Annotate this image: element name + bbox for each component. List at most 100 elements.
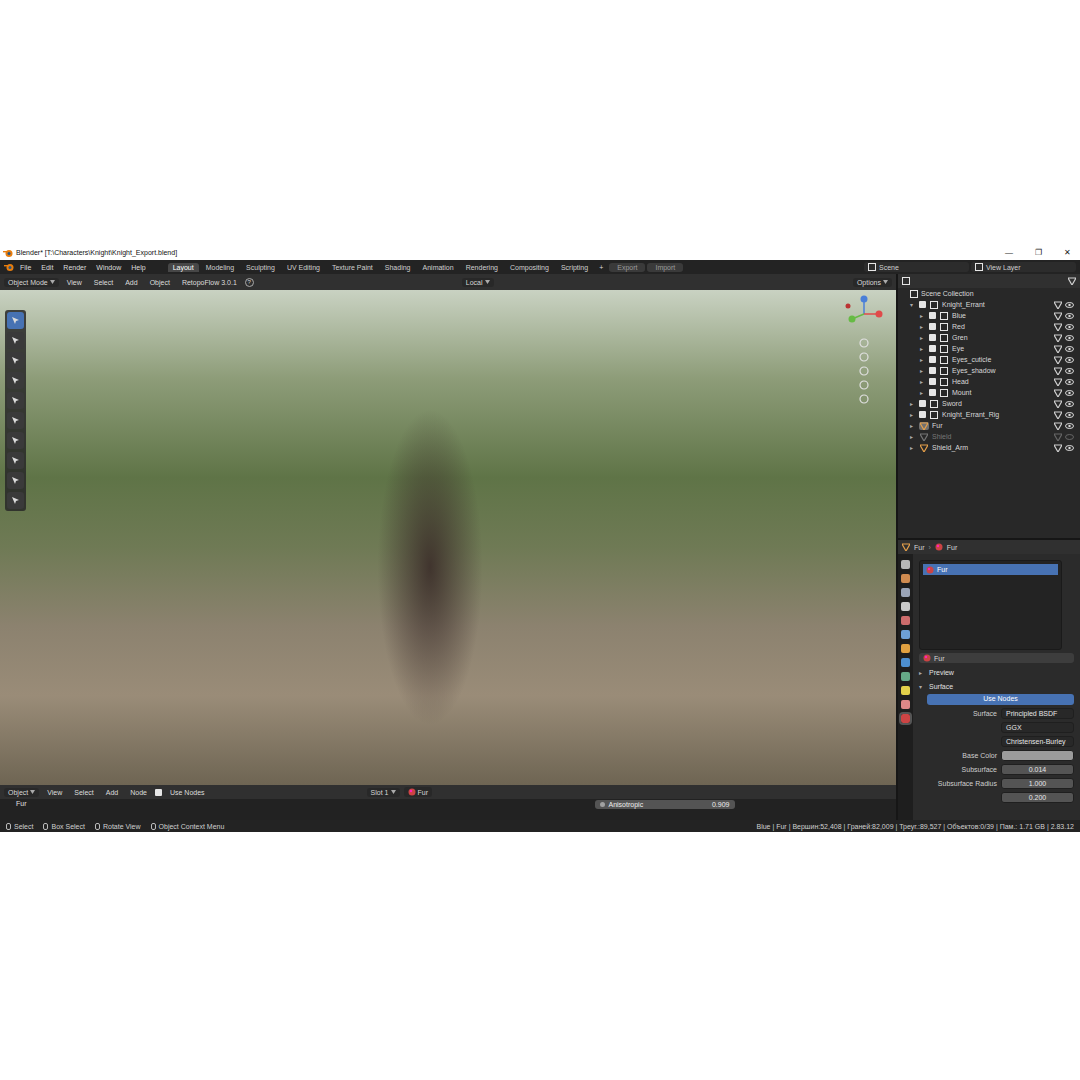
io-button[interactable]: Export — [609, 263, 645, 272]
properties-tab-icon[interactable] — [901, 686, 910, 695]
workspace-tab[interactable]: Layout — [168, 263, 199, 272]
outliner-row[interactable]: ▸Eyes_shadow — [898, 365, 1080, 376]
node-socket[interactable]: Anisotropic0.909 — [595, 800, 735, 809]
material-field[interactable]: Fur — [404, 787, 433, 797]
properties-tab-icon[interactable] — [901, 644, 910, 653]
outliner-row[interactable]: ▸Knight_Errant_Rig — [898, 409, 1080, 420]
properties-tab-icon[interactable] — [901, 658, 910, 667]
property-value[interactable]: Christensen-Burley — [1001, 736, 1074, 747]
axis-gizmo-icon[interactable] — [844, 294, 884, 334]
use-nodes-checkbox[interactable] — [155, 789, 162, 796]
exclude-checkbox[interactable] — [919, 400, 926, 407]
eye-icon[interactable] — [1065, 401, 1074, 407]
shader-menu[interactable]: Select — [70, 789, 97, 796]
tool-button[interactable] — [7, 412, 24, 429]
menu-item[interactable]: Help — [127, 264, 149, 271]
eye-icon[interactable] — [1065, 412, 1074, 418]
node-editor[interactable]: FurAnisotropic0.909 — [0, 799, 896, 820]
exclude-checkbox[interactable] — [929, 367, 936, 374]
mode-dropdown[interactable]: Object Mode — [4, 278, 59, 287]
window-control[interactable]: — — [996, 248, 1022, 257]
viewport-menu[interactable]: View — [63, 279, 86, 286]
orientation-dropdown[interactable]: Local — [462, 278, 494, 287]
help-button[interactable]: ? — [245, 278, 254, 287]
material-slot[interactable]: Fur — [923, 564, 1058, 575]
properties-tab-icon[interactable] — [901, 616, 910, 625]
view-control-icon[interactable] — [859, 366, 869, 376]
tool-button[interactable] — [7, 332, 24, 349]
properties-tab-icon[interactable] — [901, 714, 910, 723]
viewport-menu[interactable]: Select — [90, 279, 117, 286]
eye-icon[interactable] — [1065, 313, 1074, 319]
properties-tab-icon[interactable] — [901, 588, 910, 597]
outliner-row[interactable]: ▸Blue — [898, 310, 1080, 321]
workspace-tab[interactable]: Rendering — [461, 263, 503, 272]
tool-button[interactable] — [7, 352, 24, 369]
eye-icon[interactable] — [1065, 423, 1074, 429]
panel-header[interactable]: ▸Preview — [919, 666, 1074, 678]
menu-item[interactable]: Render — [59, 264, 90, 271]
blender-logo-icon[interactable] — [4, 262, 14, 272]
exclude-checkbox[interactable] — [929, 334, 936, 341]
shader-menu[interactable]: Add — [102, 789, 122, 796]
eye-icon[interactable] — [1065, 346, 1074, 352]
eye-icon[interactable] — [1065, 302, 1074, 308]
tool-button[interactable] — [7, 492, 24, 509]
add-workspace-button[interactable]: + — [595, 264, 607, 271]
eye-icon[interactable] — [1065, 324, 1074, 330]
eye-icon[interactable] — [1065, 445, 1074, 451]
tool-button[interactable] — [7, 392, 24, 409]
blender-logo-icon[interactable] — [3, 248, 13, 258]
outliner-row[interactable]: ▾Knight_Errant — [898, 299, 1080, 310]
properties-tab-icon[interactable] — [901, 574, 910, 583]
eye-icon[interactable] — [1065, 434, 1074, 440]
exclude-checkbox[interactable] — [929, 323, 936, 330]
slot-dropdown[interactable]: Slot 1 — [367, 788, 400, 797]
tool-button[interactable] — [7, 432, 24, 449]
property-value[interactable] — [1001, 750, 1074, 761]
shader-menu[interactable]: View — [43, 789, 66, 796]
outliner-row[interactable]: ▸Sword — [898, 398, 1080, 409]
exclude-checkbox[interactable] — [929, 312, 936, 319]
shader-mode-dropdown[interactable]: Object — [4, 788, 39, 797]
outliner-row[interactable]: ▸Gren — [898, 332, 1080, 343]
menu-item[interactable]: File — [16, 264, 35, 271]
tool-button[interactable] — [7, 452, 24, 469]
workspace-tab[interactable]: Texture Paint — [327, 263, 378, 272]
window-control[interactable]: ❐ — [1025, 248, 1051, 257]
scene-field[interactable]: Scene — [864, 262, 969, 272]
property-value[interactable]: 0.014 — [1001, 764, 1074, 775]
viewport[interactable] — [0, 290, 896, 785]
viewport-menu[interactable]: Add — [121, 279, 141, 286]
workspace-tab[interactable]: Compositing — [505, 263, 554, 272]
exclude-checkbox[interactable] — [929, 356, 936, 363]
view-layer-field[interactable]: View Layer — [971, 262, 1076, 272]
outliner-row[interactable]: ▸Mount — [898, 387, 1080, 398]
property-value[interactable]: GGX — [1001, 722, 1074, 733]
eye-icon[interactable] — [1065, 390, 1074, 396]
io-button[interactable]: Import — [647, 263, 683, 272]
menu-item[interactable]: Window — [92, 264, 125, 271]
view-control-icon[interactable] — [859, 394, 869, 404]
outliner-row[interactable]: ▸Eye — [898, 343, 1080, 354]
material-field[interactable]: Fur — [919, 653, 1074, 663]
view-control-icon[interactable] — [859, 352, 869, 362]
outliner-row[interactable]: ▸Eyes_cuticle — [898, 354, 1080, 365]
use-nodes-button[interactable]: Use Nodes — [927, 694, 1074, 705]
addon-menu[interactable]: RetopoFlow 3.0.1 — [178, 279, 241, 286]
outliner-root[interactable]: Scene Collection — [898, 288, 1080, 299]
workspace-tab[interactable]: Animation — [418, 263, 459, 272]
property-value[interactable]: 1.000 — [1001, 778, 1074, 789]
exclude-checkbox[interactable] — [929, 389, 936, 396]
property-value[interactable]: 0.200 — [1001, 792, 1074, 803]
workspace-tab[interactable]: Sculpting — [241, 263, 280, 272]
eye-icon[interactable] — [1065, 357, 1074, 363]
properties-tab-icon[interactable] — [901, 560, 910, 569]
eye-icon[interactable] — [1065, 379, 1074, 385]
tool-button[interactable] — [7, 372, 24, 389]
property-value[interactable]: Principled BSDF — [1001, 708, 1074, 719]
exclude-checkbox[interactable] — [919, 411, 926, 418]
workspace-tab[interactable]: Scripting — [556, 263, 593, 272]
workspace-tab[interactable]: Shading — [380, 263, 416, 272]
tool-button[interactable] — [7, 472, 24, 489]
